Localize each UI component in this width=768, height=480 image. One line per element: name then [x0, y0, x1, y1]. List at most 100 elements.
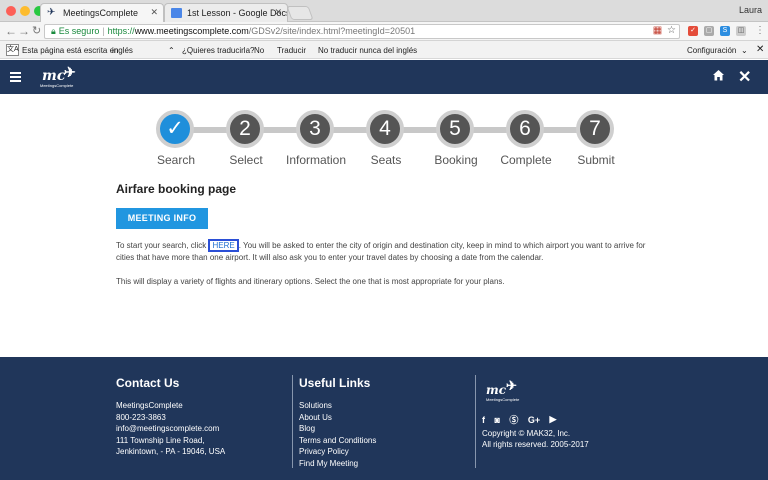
translate-bar: 文A Esta página está escrita en inglés ⌃ …	[0, 41, 768, 59]
step-circle: 3	[296, 110, 334, 148]
logo-text: mc	[42, 68, 66, 84]
forward-arrow-icon[interactable]: →	[18, 24, 30, 38]
translate-close-icon[interactable]: ✕	[756, 44, 764, 55]
back-arrow-icon[interactable]: ←	[5, 24, 17, 38]
extension-red-icon[interactable]: ✓	[688, 26, 698, 36]
translate-settings-button[interactable]: Configuración	[687, 46, 736, 55]
footer-divider	[475, 375, 476, 468]
extension-generic-icon[interactable]: ◫	[736, 26, 746, 36]
browser-tab-meetingscomplete[interactable]: ✈ MeetingsComplete ✕	[40, 3, 164, 22]
useful-links-heading: Useful Links	[299, 376, 371, 390]
site-header: mc ✈ MeetingsComplete ✕	[0, 60, 768, 94]
never-translate-button[interactable]: No traducir nunca del inglés	[318, 46, 417, 55]
step-label: Complete	[500, 153, 552, 167]
close-window-button[interactable]	[6, 6, 16, 16]
step-circle: 4	[366, 110, 404, 148]
step-circle: ✓	[156, 110, 194, 148]
youtube-icon[interactable]: ▶	[550, 414, 557, 425]
reload-icon[interactable]: ↻	[32, 24, 41, 37]
contact-address-line: 111 Township Line Road,	[116, 435, 205, 445]
home-icon[interactable]	[712, 69, 725, 82]
social-links: f ◙ Ⓢ G+ ▶	[482, 411, 561, 426]
copyright: Copyright © MAK32, Inc. All rights reser…	[482, 428, 589, 450]
url-host: www.meetingscomplete.com	[134, 26, 249, 36]
skype-icon[interactable]: Ⓢ	[509, 413, 518, 426]
footer-link-privacy[interactable]: Privacy Policy	[299, 446, 376, 458]
language-select-chevron-icon[interactable]: ⌃	[168, 46, 175, 55]
translate-button[interactable]: Traducir	[277, 46, 306, 55]
url-path: /GDSv2/site/index.html?meetingId=20501	[248, 26, 416, 36]
contact-email[interactable]: info@meetingscomplete.com	[116, 423, 225, 435]
translate-question: ¿Quieres traducirla?	[182, 46, 255, 55]
logo-plane-icon: ✈	[64, 64, 76, 80]
here-link[interactable]: HERE	[208, 239, 239, 252]
useful-links-column: Useful Links Solutions About Us Blog Ter…	[299, 376, 376, 469]
instructions-text: To start your search, click	[116, 241, 209, 250]
results-paragraph: This will display a variety of flights a…	[116, 277, 505, 286]
footer-link-find-meeting[interactable]: Find My Meeting	[299, 458, 376, 470]
tab-title: 1st Lesson - Google Docs	[187, 8, 288, 18]
instagram-icon[interactable]: ◙	[494, 415, 499, 425]
instructions-text: . You will be asked to enter the city of…	[238, 241, 646, 250]
browser-toolbar: ← → ↻ 🔒︎ Es seguro | https://www.meetingsco…	[0, 22, 768, 41]
lock-icon: 🔒︎	[51, 26, 56, 36]
logo-plane-icon: ✈	[506, 378, 517, 393]
site-logo[interactable]: mc ✈ MeetingsComplete	[40, 64, 80, 90]
step-circle: 5	[436, 110, 474, 148]
step-label: Submit	[577, 153, 615, 167]
google-docs-icon	[171, 8, 182, 18]
more-menu-icon[interactable]: ⋮	[755, 25, 765, 36]
footer-divider	[292, 375, 293, 468]
step-circle: 6	[506, 110, 544, 148]
address-bar[interactable]: 🔒︎ Es seguro | https://www.meetingscomplete…	[44, 24, 680, 39]
url-scheme: https://	[107, 26, 135, 36]
browser-tab-bar: ✈ MeetingsComplete ✕ 1st Lesson - Google…	[0, 0, 768, 22]
new-tab-button[interactable]	[286, 6, 314, 20]
profile-name[interactable]: Laura	[739, 5, 762, 15]
contact-company: MeetingsComplete	[116, 401, 183, 410]
browser-tab-google-docs[interactable]: 1st Lesson - Google Docs ✕	[164, 3, 288, 22]
footer-link-solutions[interactable]: Solutions	[299, 400, 376, 412]
extension-blue-icon[interactable]: S	[720, 26, 730, 36]
instructions-text: cities that have more than one airport. …	[116, 253, 544, 262]
site-footer: Contact Us MeetingsComplete 800-223-3863…	[0, 357, 768, 480]
logo-tagline: MeetingsComplete	[40, 83, 74, 88]
footer-link-about-us[interactable]: About Us	[299, 412, 376, 424]
tab-close-icon[interactable]: ✕	[150, 7, 158, 18]
separator: |	[102, 26, 105, 36]
logo-tagline: MeetingsComplete	[486, 397, 520, 402]
instructions-paragraph: To start your search, click HERE. You wi…	[116, 239, 646, 264]
tab-title: MeetingsComplete	[63, 8, 139, 18]
footer-link-blog[interactable]: Blog	[299, 423, 376, 435]
hamburger-menu-icon[interactable]	[10, 72, 21, 82]
minimize-window-button[interactable]	[20, 6, 30, 16]
step-label: Information	[285, 153, 347, 167]
translate-prompt: Esta página está escrita en	[22, 46, 119, 55]
step-circle: 7	[576, 110, 614, 148]
step-label: Booking	[434, 153, 478, 167]
logo-text: mc	[486, 383, 507, 397]
settings-chevron-icon[interactable]: ⌄	[741, 46, 748, 55]
translate-page-icon[interactable]: ▦	[652, 25, 663, 36]
bookmark-star-icon[interactable]: ☆	[666, 25, 677, 36]
booking-steps: ✓ Search 2 Select 3 Information 4 Seats …	[156, 110, 616, 170]
no-translate-button[interactable]: No	[254, 46, 264, 55]
extension-gray-icon[interactable]: ▢	[704, 26, 714, 36]
contact-heading: Contact Us	[116, 376, 180, 390]
google-plus-icon[interactable]: G+	[528, 415, 540, 425]
plane-icon: ✈	[47, 7, 56, 18]
meeting-info-button[interactable]: MEETING INFO	[116, 208, 208, 229]
step-label: Seats	[370, 153, 402, 167]
tab-close-icon[interactable]: ✕	[274, 7, 282, 18]
close-icon[interactable]: ✕	[738, 67, 751, 87]
copyright-line: Copyright © MAK32, Inc.	[482, 429, 571, 438]
contact-address-line: Jenkintown, - PA - 19046, USA	[116, 447, 226, 456]
language-select[interactable]: inglés	[112, 46, 133, 55]
contact-column: Contact Us MeetingsComplete 800-223-3863…	[116, 376, 225, 458]
step-label: Search	[156, 153, 196, 167]
footer-logo[interactable]: mc ✈ MeetingsComplete	[484, 378, 524, 404]
translate-icon: 文A	[6, 44, 19, 56]
footer-link-terms[interactable]: Terms and Conditions	[299, 435, 376, 447]
contact-phone[interactable]: 800-223-3863	[116, 412, 225, 424]
facebook-icon[interactable]: f	[482, 415, 485, 425]
